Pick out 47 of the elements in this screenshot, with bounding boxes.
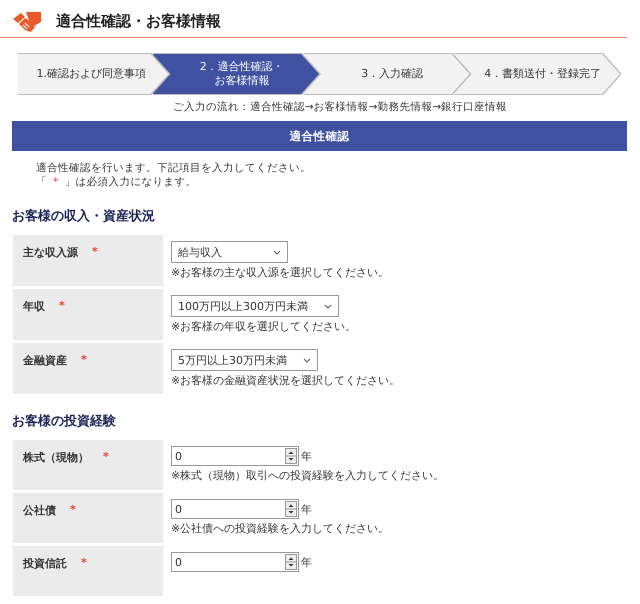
number-field[interactable]: 0 [171,552,299,572]
step-label: 1.確認および同意事項 [36,67,146,81]
dropdown[interactable]: 給与収入 [171,241,288,263]
field-label: 株式（現物） [23,450,89,465]
section-heading: お客様の収入・資産状況 [12,208,156,225]
required-note: 」は必須入力になります。 [64,175,196,189]
required-mark: * [81,353,87,366]
field-label: 公社債 [23,503,56,518]
field-hint: ※お客様の金融資産状況を選択してください。 [171,373,402,388]
required-mark: * [103,450,109,463]
flow-note: ご入力の流れ：適合性確認→お客様情報→勤務先情報→銀行口座情報 [172,101,508,113]
required-mark: * [81,556,87,569]
dropdown[interactable]: 5万円以上30万円未満 [171,349,318,371]
handshake-icon [12,10,42,34]
field-label: 主な収入源 [23,245,78,260]
dropdown[interactable]: 100万円以上300万円未満 [171,295,339,317]
number-field[interactable]: 0 [171,446,299,466]
step-label: 4．書類送付・登録完了 [484,67,602,81]
step-label: 3．入力確認 [361,67,424,81]
chevron-icon [303,358,311,362]
step-label: 2．適合性確認・ [200,60,284,74]
field-hint: ※お客様の年収を選択してください。 [171,319,358,334]
spinner-icon[interactable] [285,501,297,517]
required-mark: * [92,245,98,258]
section-heading: お客様の投資経験 [12,412,117,430]
intro-text: 適合性確認を行います。下記項目を入力してください。 [36,161,312,175]
spinner-icon[interactable] [285,554,297,570]
field-label: 金融資産 [23,353,67,368]
field-hint: ※公社債への投資経験を入力してください。 [171,521,390,536]
required-mark: * [59,299,65,312]
required-mark: * [52,175,60,189]
section-banner: 適合性確認 [12,121,627,151]
unit-label: 年 [301,448,312,464]
chevron-icon [273,250,281,254]
number-field[interactable]: 0 [171,499,299,519]
field-label: 投資信託 [23,556,67,571]
field-label: 年収 [23,299,45,314]
field-hint: ※お客様の主な収入源を選択してください。 [171,265,390,280]
unit-label: 年 [301,554,312,570]
spinner-icon[interactable] [285,448,297,464]
unit-label: 年 [301,502,312,516]
chevron-icon [324,304,332,308]
bracket-text: 「 [36,175,47,189]
required-mark: * [70,503,76,516]
step-label: お客様情報 [214,74,270,88]
field-hint: ※株式（現物）取引への投資経験を入力してください。 [171,468,446,483]
page-title: 適合性確認・お客様情報 [56,12,221,31]
